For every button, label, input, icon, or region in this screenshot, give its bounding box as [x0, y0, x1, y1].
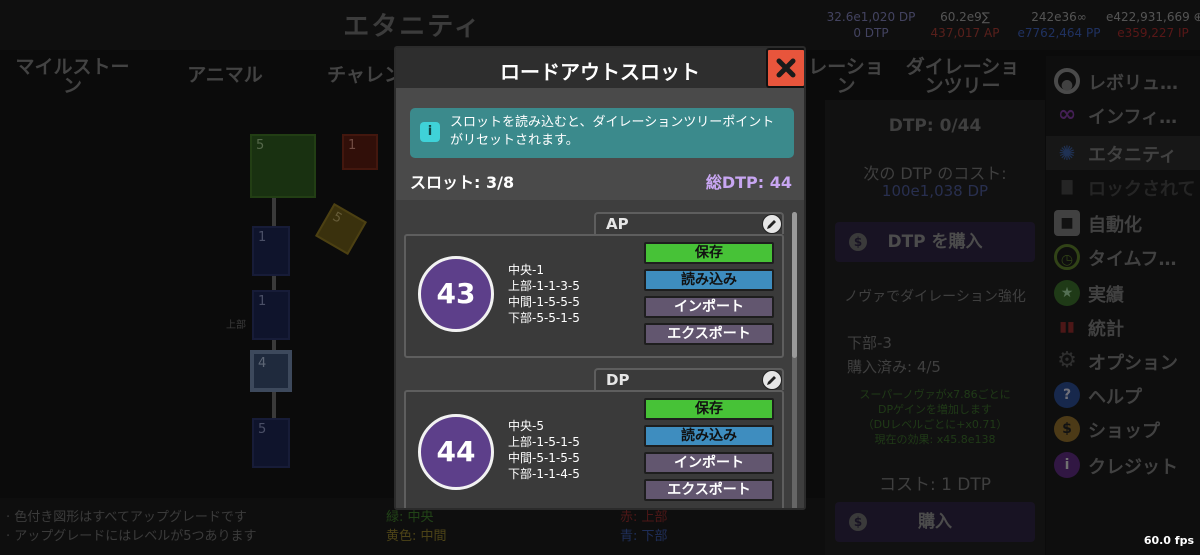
slot-tab: AP [594, 212, 784, 234]
slot-name: DP [606, 371, 630, 389]
slot-line: 中間-5-1-5-5 [508, 451, 580, 465]
import-button[interactable]: インポート [644, 452, 774, 474]
import-button[interactable]: インポート [644, 296, 774, 318]
slot-name: AP [606, 215, 629, 233]
pencil-icon [767, 376, 776, 385]
slot-loadout-text: 中央-1 上部-1-1-3-5 中間-1-5-5-5 下部-5-5-1-5 [508, 262, 580, 326]
slot-line: 下部-5-5-1-5 [508, 311, 580, 325]
info-text: スロットを読み込むと、ダイレーションツリーポイントがリセットされます。 [450, 115, 775, 148]
slot-list-scrollbar[interactable] [792, 212, 797, 508]
slot-line: 中央-1 [508, 263, 544, 277]
slot-list[interactable]: AP 43 中央-1 上部-1-1-3-5 中間-1-5-5-5 下部-5-5-… [396, 200, 804, 508]
slot-card: 44 中央-5 上部-1-5-1-5 中間-5-1-5-5 下部-1-1-4-5… [404, 390, 784, 508]
info-icon: i [420, 122, 440, 142]
slot-line: 中央-5 [508, 419, 544, 433]
slot-line: 下部-1-1-4-5 [508, 467, 580, 481]
slot-line: 上部-1-1-3-5 [508, 279, 580, 293]
slot-points-badge: 44 [418, 414, 494, 490]
slot-line: 上部-1-5-1-5 [508, 435, 580, 449]
close-icon [776, 58, 796, 78]
modal-header: ロードアウトスロット [396, 48, 804, 88]
info-banner: i スロットを読み込むと、ダイレーションツリーポイントがリセットされます。 [410, 108, 794, 158]
edit-slot-button[interactable] [762, 214, 782, 234]
fps-counter: 60.0 fps [1143, 534, 1194, 547]
modal-title: ロードアウトスロット [500, 60, 700, 84]
pencil-icon [767, 220, 776, 229]
slot-card: 43 中央-1 上部-1-1-3-5 中間-1-5-5-5 下部-5-5-1-5… [404, 234, 784, 358]
slot-line: 中間-1-5-5-5 [508, 295, 580, 309]
export-button[interactable]: エクスポート [644, 323, 774, 345]
export-button[interactable]: エクスポート [644, 479, 774, 501]
save-button[interactable]: 保存 [644, 398, 774, 420]
slot-count: スロット: 3/8 [410, 173, 515, 192]
total-dtp: 総DTP: 44 [705, 173, 792, 192]
loadout-modal: ロードアウトスロット i スロットを読み込むと、ダイレーションツリーポイントがリ… [394, 46, 806, 510]
load-button[interactable]: 読み込み [644, 269, 774, 291]
slot-points-badge: 43 [418, 256, 494, 332]
save-button[interactable]: 保存 [644, 242, 774, 264]
slot-tab: DP [594, 368, 784, 390]
scrollbar-thumb[interactable] [792, 212, 797, 358]
slot-loadout-text: 中央-5 上部-1-5-1-5 中間-5-1-5-5 下部-1-1-4-5 [508, 418, 580, 482]
close-button[interactable] [766, 48, 804, 88]
edit-slot-button[interactable] [762, 370, 782, 390]
load-button[interactable]: 読み込み [644, 425, 774, 447]
